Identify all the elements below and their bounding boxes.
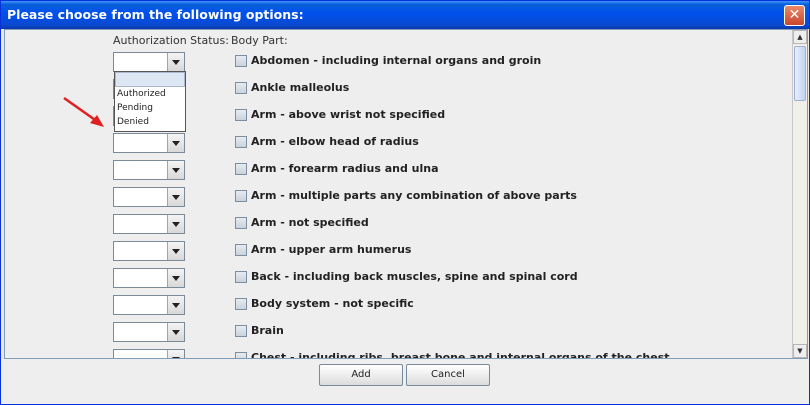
body-part-row: Chest - including ribs, breast bone and … xyxy=(5,349,795,359)
body-part-label: Arm - above wrist not specified xyxy=(251,108,446,121)
body-part-row: Arm - forearm radius and ulna xyxy=(5,160,795,182)
body-part-checkbox[interactable] xyxy=(235,325,247,337)
button-bar: Add Cancel xyxy=(1,359,809,404)
body-part-row: Arm - not specified xyxy=(5,214,795,236)
body-part-checkbox[interactable] xyxy=(235,109,247,121)
authorization-status-dropdown-list[interactable]: Authorized Pending Denied xyxy=(114,71,186,132)
authorization-status-combo[interactable] xyxy=(113,268,185,288)
body-part-checkbox[interactable] xyxy=(235,190,247,202)
body-part-label: Arm - forearm radius and ulna xyxy=(251,162,439,175)
dropdown-option-authorized[interactable]: Authorized xyxy=(115,87,185,101)
body-part-label: Arm - elbow head of radius xyxy=(251,135,419,148)
authorization-status-combo[interactable] xyxy=(113,322,185,342)
body-part-row: Arm - upper arm humerus xyxy=(5,241,795,263)
chevron-down-icon[interactable] xyxy=(167,296,184,314)
body-part-row: Brain xyxy=(5,322,795,344)
chevron-down-icon[interactable] xyxy=(167,323,184,341)
options-panel: Authorization Status: Body Part: Abdomen… xyxy=(4,29,808,359)
body-part-checkbox[interactable] xyxy=(235,136,247,148)
cancel-button[interactable]: Cancel xyxy=(406,364,490,386)
authorization-status-combo[interactable] xyxy=(113,214,185,234)
body-part-label: Chest - including ribs, breast bone and … xyxy=(251,351,670,359)
dropdown-option-denied[interactable]: Denied xyxy=(115,115,185,129)
authorization-status-combo[interactable] xyxy=(113,133,185,153)
body-part-label: Back - including back muscles, spine and… xyxy=(251,270,578,283)
dropdown-option-empty[interactable] xyxy=(115,72,185,87)
red-arrow-icon xyxy=(63,96,104,127)
body-part-label: Arm - not specified xyxy=(251,216,369,229)
chevron-down-icon[interactable] xyxy=(167,215,184,233)
dialog-window: Please choose from the following options… xyxy=(0,0,810,405)
chevron-down-icon[interactable] xyxy=(167,242,184,260)
chevron-down-icon[interactable] xyxy=(167,53,184,71)
chevron-down-icon[interactable] xyxy=(167,269,184,287)
authorization-status-combo[interactable] xyxy=(113,187,185,207)
body-part-row: Arm - multiple parts any combination of … xyxy=(5,187,795,209)
authorization-status-combo[interactable] xyxy=(113,349,185,358)
chevron-down-icon[interactable] xyxy=(167,161,184,179)
scroll-down-icon[interactable]: ▼ xyxy=(793,344,807,358)
body-part-label: Abdomen - including internal organs and … xyxy=(251,54,542,67)
body-part-checkbox[interactable] xyxy=(235,298,247,310)
body-part-checkbox[interactable] xyxy=(235,244,247,256)
body-part-checkbox[interactable] xyxy=(235,271,247,283)
body-part-label: Brain xyxy=(251,324,284,337)
body-part-row: Arm - elbow head of radius xyxy=(5,133,795,155)
authorization-status-header: Authorization Status: xyxy=(113,34,229,47)
body-part-label: Arm - upper arm humerus xyxy=(251,243,412,256)
dialog-title: Please choose from the following options… xyxy=(7,7,304,22)
authorization-status-combo[interactable] xyxy=(113,52,185,72)
body-part-checkbox[interactable] xyxy=(235,352,247,358)
scroll-thumb[interactable] xyxy=(794,46,806,101)
dropdown-option-pending[interactable]: Pending xyxy=(115,101,185,115)
title-bar: Please choose from the following options… xyxy=(1,1,809,29)
body-part-checkbox[interactable] xyxy=(235,217,247,229)
close-icon: ✕ xyxy=(788,7,801,23)
body-part-checkbox[interactable] xyxy=(235,163,247,175)
chevron-down-icon[interactable] xyxy=(167,188,184,206)
chevron-down-icon[interactable] xyxy=(167,350,184,358)
body-part-label: Body system - not specific xyxy=(251,297,414,310)
vertical-scrollbar[interactable]: ▲ ▼ xyxy=(792,30,807,358)
close-button[interactable]: ✕ xyxy=(784,5,805,26)
body-part-header: Body Part: xyxy=(231,34,288,47)
body-part-label: Ankle malleolus xyxy=(251,81,350,94)
authorization-status-combo[interactable] xyxy=(113,241,185,261)
body-part-checkbox[interactable] xyxy=(235,82,247,94)
add-button[interactable]: Add xyxy=(319,364,403,386)
authorization-status-combo[interactable] xyxy=(113,295,185,315)
body-part-checkbox[interactable] xyxy=(235,55,247,67)
body-part-row: Back - including back muscles, spine and… xyxy=(5,268,795,290)
body-part-row: Body system - not specific xyxy=(5,295,795,317)
body-part-label: Arm - multiple parts any combination of … xyxy=(251,189,577,202)
chevron-down-icon[interactable] xyxy=(167,134,184,152)
scroll-up-icon[interactable]: ▲ xyxy=(793,30,807,44)
authorization-status-combo[interactable] xyxy=(113,160,185,180)
